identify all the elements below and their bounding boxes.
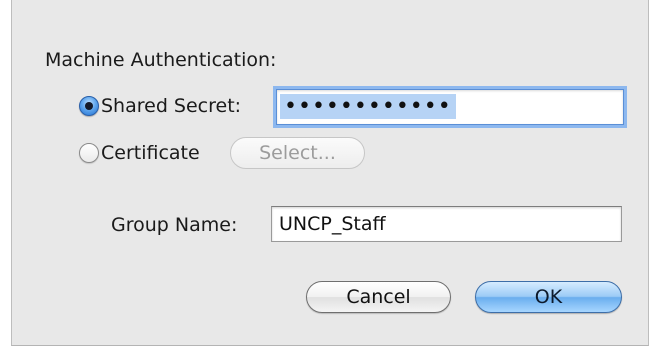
- shared-secret-field[interactable]: ••••••••••••: [276, 89, 624, 125]
- machine-authentication-label: Machine Authentication:: [45, 49, 277, 71]
- shared-secret-label[interactable]: Shared Secret:: [101, 95, 241, 117]
- shared-secret-value: ••••••••••••: [280, 94, 456, 119]
- group-name-field[interactable]: UNCP_Staff: [271, 206, 622, 242]
- group-name-label: Group Name:: [111, 214, 238, 236]
- certificate-radio[interactable]: [79, 143, 99, 163]
- machine-authentication-sheet: Machine Authentication: Shared Secret: •…: [11, 0, 649, 346]
- radio-selected-dot-icon: [85, 102, 93, 110]
- select-certificate-button[interactable]: Select...: [230, 137, 365, 169]
- cancel-button[interactable]: Cancel: [306, 281, 451, 313]
- shared-secret-radio[interactable]: [79, 96, 99, 116]
- ok-button[interactable]: OK: [475, 281, 622, 313]
- certificate-label[interactable]: Certificate: [101, 142, 200, 164]
- group-name-value: UNCP_Staff: [279, 213, 386, 235]
